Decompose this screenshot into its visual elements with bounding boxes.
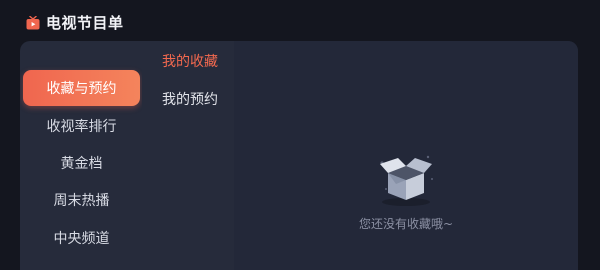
page-title: 电视节目单 [46, 14, 124, 32]
sidebar: 收藏与预约 收视率排行 黄金档 周末热播 中央频道 [20, 41, 142, 270]
sidebar-item-ratings[interactable]: 收视率排行 [23, 108, 140, 144]
sidebar-item-label: 中央频道 [53, 231, 110, 247]
title-bar: 电视节目单 [26, 12, 124, 33]
tab-my-favorites[interactable]: 我的收藏 [162, 51, 218, 71]
sidebar-item-cctv-channels[interactable]: 中央频道 [23, 220, 140, 256]
sub-navigation: 我的收藏 我的预约 [142, 41, 234, 270]
sidebar-item-favorites-reservations[interactable]: 收藏与预约 [23, 70, 140, 106]
sidebar-item-label: 周末热播 [53, 193, 110, 209]
sidebar-item-prime-time[interactable]: 黄金档 [23, 145, 140, 181]
sidebar-item-weekend-hits[interactable]: 周末热播 [23, 182, 140, 218]
content-area: 您还没有收藏哦~ [234, 41, 578, 270]
empty-box-icon [380, 155, 433, 206]
sidebar-item-label: 收藏与预约 [46, 81, 117, 97]
tv-icon [26, 15, 40, 29]
sidebar-item-label: 收视率排行 [46, 119, 117, 135]
main-panel: 收藏与预约 收视率排行 黄金档 周末热播 中央频道 我的收藏 我的预约 您还没有… [20, 41, 578, 270]
sidebar-item-label: 黄金档 [60, 156, 103, 172]
empty-state: 您还没有收藏哦~ [234, 149, 578, 232]
empty-message: 您还没有收藏哦~ [358, 217, 454, 231]
app-root: 电视节目单 收藏与预约 收视率排行 黄金档 周末热播 中央频道 我的收藏 我的预… [0, 0, 600, 270]
tab-my-reservations[interactable]: 我的预约 [162, 89, 218, 109]
